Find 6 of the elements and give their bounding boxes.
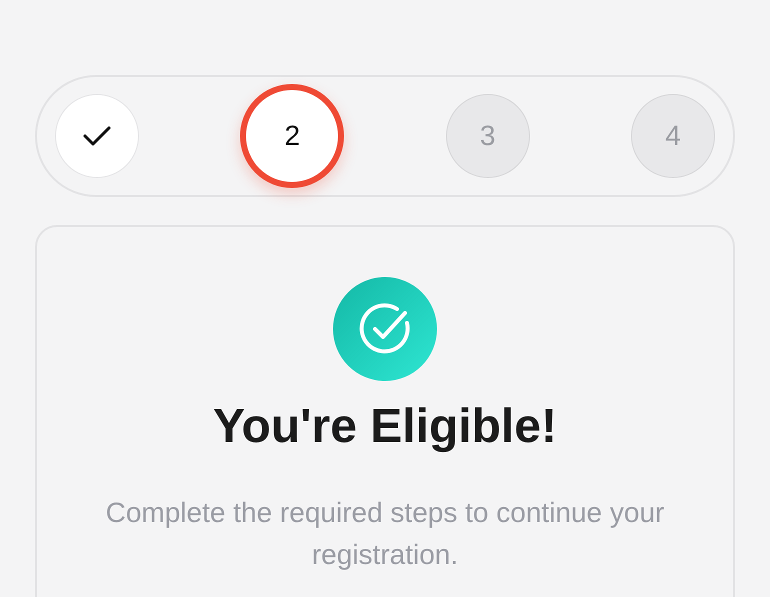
step-number[interactable]: 4 <box>630 94 715 178</box>
check-icon <box>82 124 112 148</box>
step-number[interactable]: 3 <box>446 94 530 178</box>
message: Complete the required steps to continue your registration. <box>104 496 666 572</box>
title: You're Eligible! <box>213 399 557 454</box>
step-number[interactable]: 2 <box>240 84 344 188</box>
